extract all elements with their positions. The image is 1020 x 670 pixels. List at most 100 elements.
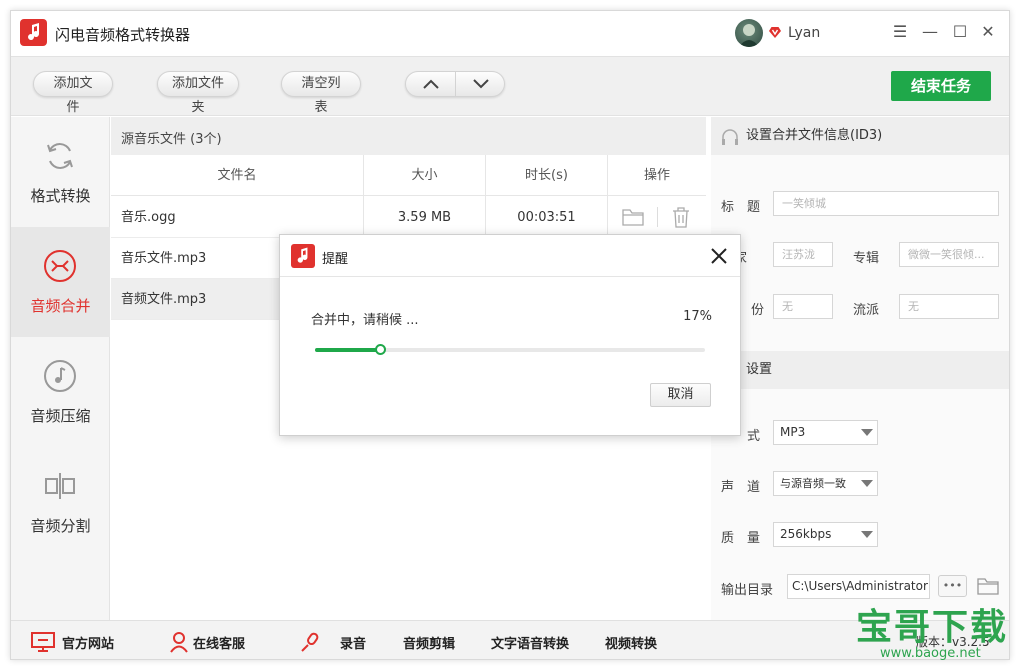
format-value: MP3 [780,425,806,439]
chevron-down-icon [861,531,873,538]
dialog-title: 提醒 [322,252,349,267]
file-duration: 00:03:51 [517,210,576,225]
quality-label: 质 量 [721,531,761,546]
avatar[interactable] [735,19,763,47]
quality-value: 256kbps [780,527,832,541]
close-icon[interactable] [708,245,730,267]
sidebar-item-format-convert[interactable]: 格式转换 [11,117,110,227]
cancel-button[interactable]: 取消 [650,383,711,407]
website-link[interactable]: 官方网站 [62,633,114,652]
move-down-button[interactable] [456,72,506,96]
format-label: 式 [747,429,761,444]
music-note-icon [44,360,76,392]
app-logo-icon [291,244,315,268]
table-row[interactable]: 音乐.ogg 3.59 MB 00:03:51 [111,197,706,238]
add-file-button[interactable]: 添加文件 [33,71,113,115]
minimize-icon[interactable]: — [919,21,941,43]
title-bar: 闪电音频格式转换器 Lyan ☰ — ☐ ✕ [11,11,1009,56]
tts-link[interactable]: 文字语音转换 [491,633,569,652]
headphones-icon [722,129,738,145]
genre-label: 流派 [853,303,880,318]
username[interactable]: Lyan [788,25,820,41]
output-dir-field[interactable]: C:\Users\Administrator [787,574,930,599]
progress-message: 合并中，请稍候 ... [311,313,419,328]
progress-dialog: 提醒 合并中，请稍候 ... 17% 取消 [279,234,741,436]
sidebar: 格式转换 音频合并 音频压缩 音频分割 [11,117,110,620]
progress-percent: 17% [683,309,712,324]
title-label: 标 题 [721,200,761,215]
vip-icon [769,27,781,38]
move-up-button[interactable] [406,72,456,96]
column-header[interactable]: 大小 [364,155,485,196]
trash-icon[interactable] [671,206,691,228]
sidebar-item-label: 音频压缩 [30,407,91,425]
settings-panel: 设置合并文件信息(ID3) 标 题 一笑倾城 术家 汪苏泷 专辑 微微一笑很倾.… [711,117,1009,620]
watermark: 宝哥下载 www.baoge.net [852,598,1012,664]
maximize-icon[interactable]: ☐ [949,21,971,43]
browse-more-button[interactable]: ••• [938,575,967,597]
sidebar-item-label: 格式转换 [30,187,91,205]
open-folder-icon[interactable] [977,576,999,596]
format-select[interactable]: MP3 [773,420,878,445]
folder-icon[interactable] [622,207,644,227]
merge-icon [44,250,76,282]
dialog-header: 提醒 [280,235,740,277]
divider [657,207,658,227]
column-header: 操作 [608,155,706,196]
file-list-header: 源音乐文件 (3个) [111,117,706,155]
album-label: 专辑 [853,251,880,266]
progress-bar [315,344,705,355]
end-task-button[interactable]: 结束任务 [891,71,991,101]
output-header-label: 设置 [746,362,773,377]
output-header: 设置 [711,351,1009,389]
chevron-down-icon [861,429,873,436]
sidebar-item-audio-merge[interactable]: 音频合并 [11,227,110,337]
chevron-down-icon [473,79,489,89]
sidebar-item-audio-compress[interactable]: 音频压缩 [11,337,110,447]
channel-value: 与源音频一致 [780,477,846,490]
add-folder-button[interactable]: 添加文件夹 [157,71,239,115]
title-field[interactable]: 一笑倾城 [773,191,999,216]
genre-field[interactable]: 无 [899,294,999,319]
clear-list-button[interactable]: 清空列表 [281,71,361,115]
split-icon [45,473,75,499]
album-field[interactable]: 微微一笑很倾... [899,242,999,267]
artist-field[interactable]: 汪苏泷 [773,242,833,267]
channel-select[interactable]: 与源音频一致 [773,471,878,496]
support-link[interactable]: 在线客服 [193,633,245,652]
progress-fill [315,348,382,352]
refresh-icon [47,143,73,169]
id3-header: 设置合并文件信息(ID3) [711,117,1009,155]
monitor-icon [31,632,55,652]
channel-label: 声 道 [721,480,761,495]
year-field[interactable]: 无 [773,294,833,319]
video-convert-link[interactable]: 视频转换 [605,633,657,652]
column-header[interactable]: 文件名 [111,155,363,196]
file-list-title: 源音乐文件 (3个) [121,132,222,147]
app-logo-icon [20,19,47,46]
column-header[interactable]: 时长(s) [486,155,607,196]
id3-header-label: 设置合并文件信息(ID3) [746,128,883,143]
close-icon[interactable]: ✕ [977,21,999,43]
sidebar-item-label: 音频分割 [30,517,91,535]
watermark-text: 宝哥下载 [856,607,1009,648]
watermark-url: www.baoge.net [880,646,981,661]
app-title: 闪电音频格式转换器 [55,26,191,44]
chevron-up-icon [423,79,439,89]
progress-knob [375,344,387,355]
toolbar: 添加文件 添加文件夹 清空列表 结束任务 [11,56,1009,116]
file-size: 3.59 MB [397,210,452,225]
support-icon [170,632,188,653]
menu-icon[interactable]: ☰ [889,21,911,43]
sidebar-item-label: 音频合并 [30,297,91,315]
record-icon [301,632,319,652]
file-name: 音乐.ogg [121,210,176,225]
year-label: 份 [751,303,765,318]
chevron-down-icon [861,480,873,487]
move-buttons [405,71,505,97]
output-dir-label: 输出目录 [721,583,774,598]
quality-select[interactable]: 256kbps [773,522,878,547]
sidebar-item-audio-split[interactable]: 音频分割 [11,447,110,557]
audio-edit-link[interactable]: 音频剪辑 [403,633,455,652]
record-link[interactable]: 录音 [340,633,366,652]
